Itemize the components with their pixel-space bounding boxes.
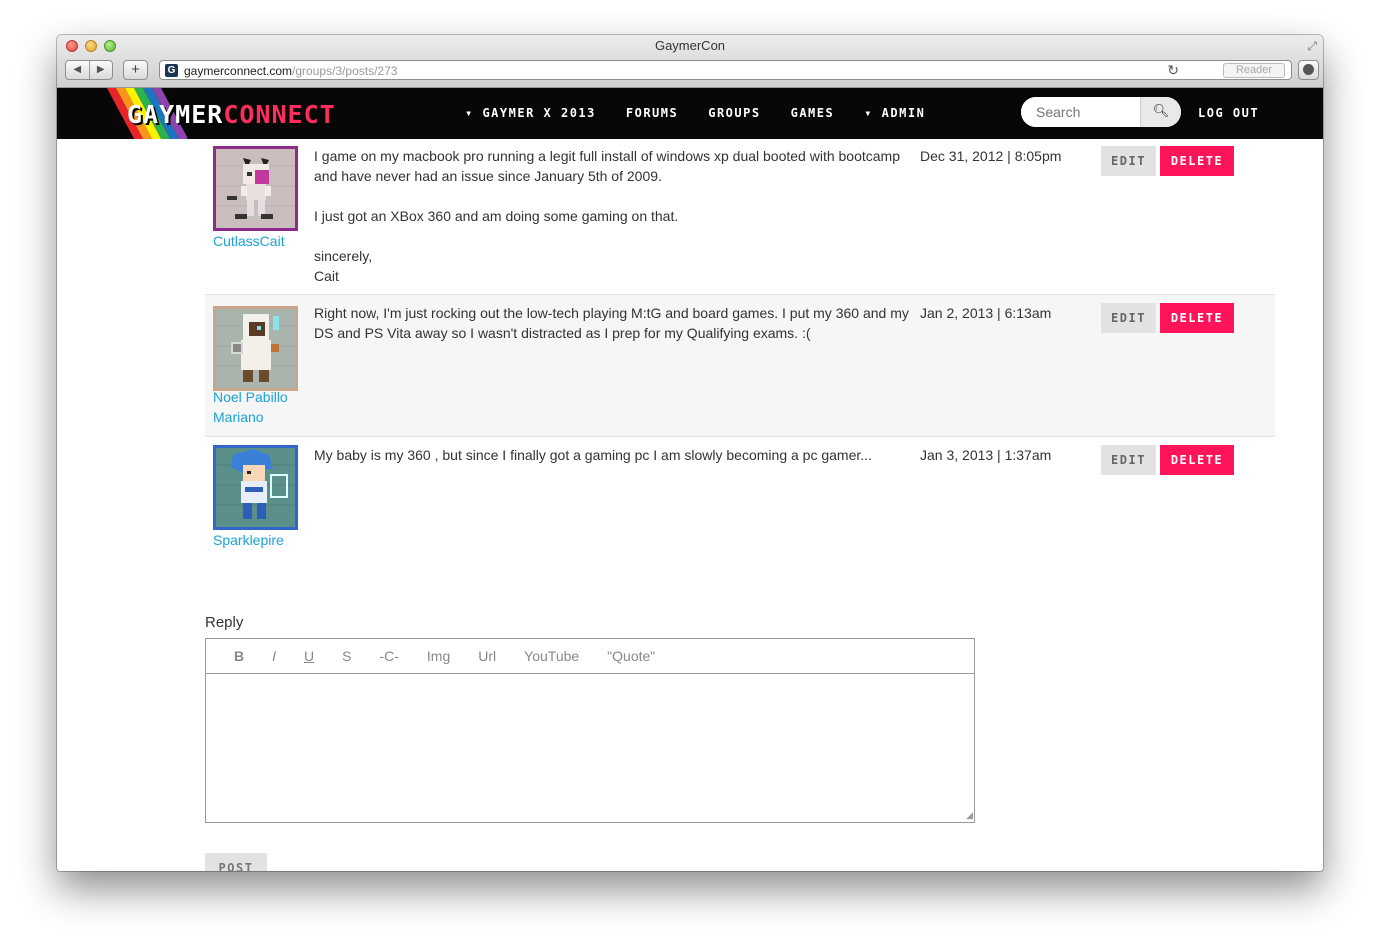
reply-heading: Reply — [205, 614, 244, 631]
post-paragraph: Right now, I'm just rocking out the low-… — [314, 305, 909, 341]
nav-groups[interactable]: GROUPS — [708, 106, 760, 120]
new-tab-button[interactable]: + — [123, 60, 148, 80]
username-link[interactable]: Noel Pabillo Mariano — [213, 387, 303, 427]
resize-handle-icon[interactable]: ◢ — [966, 810, 973, 821]
nav-admin[interactable]: ▾ ADMIN — [864, 106, 925, 120]
center-button[interactable]: -C- — [379, 648, 398, 664]
post-paragraph: I game on my macbook pro running a legit… — [314, 148, 900, 184]
quote-button[interactable]: "Quote" — [607, 648, 655, 664]
underline-button[interactable]: U — [304, 648, 314, 664]
address-bar[interactable]: G gaymerconnect.com/groups/3/posts/273 ↻… — [159, 60, 1292, 80]
window-title: GaymerCon — [654, 38, 726, 53]
nav-gaymer-x-2013[interactable]: ▾ GAYMER X 2013 — [465, 106, 596, 120]
post-body: Right now, I'm just rocking out the low-… — [314, 303, 909, 363]
site-logo[interactable]: GAYMERCONNECT — [127, 100, 336, 129]
site-favicon-icon: G — [165, 64, 178, 77]
url-path: /groups/3/posts/273 — [292, 64, 398, 78]
edit-button[interactable]: EDIT — [1101, 146, 1156, 176]
reload-icon[interactable]: ↻ — [1167, 62, 1179, 79]
reply-editor: B I U S -C- Img Url YouTube "Quote" ◢ — [205, 638, 975, 823]
logout-link[interactable]: LOG OUT — [1198, 106, 1259, 120]
logo-part2: CONNECT — [223, 100, 336, 129]
nav-forums[interactable]: FORUMS — [626, 106, 678, 120]
downloads-icon[interactable] — [1298, 60, 1319, 80]
image-button[interactable]: Img — [427, 648, 450, 664]
search-input[interactable] — [1021, 97, 1140, 127]
browser-window: GaymerCon ⤢ ◀ ▶ + G gaymerconnect.com/gr… — [57, 35, 1323, 871]
post-paragraph: My baby is my 360 , but since I finally … — [314, 447, 872, 463]
search-icon[interactable]: 🔍︎ — [1140, 97, 1181, 127]
url-host: gaymerconnect.com — [184, 64, 293, 78]
avatar[interactable] — [213, 146, 298, 231]
fullscreen-icon[interactable]: ⤢ — [1307, 39, 1317, 54]
youtube-button[interactable]: YouTube — [524, 648, 579, 664]
delete-button[interactable]: DELETE — [1160, 146, 1234, 176]
post-item: Noel Pabillo Mariano Right now, I'm just… — [205, 294, 1275, 437]
post-date: Jan 2, 2013 | 6:13am — [920, 305, 1052, 321]
delete-button[interactable]: DELETE — [1160, 303, 1234, 333]
page-content: CutlassCait I game on my macbook pro run… — [57, 139, 1323, 871]
site-navbar: GAYMERCONNECT ▾ GAYMER X 2013 FORUMS GRO… — [57, 88, 1323, 139]
post-paragraph: I just got an XBox 360 and am doing some… — [314, 208, 679, 224]
editor-toolbar: B I U S -C- Img Url YouTube "Quote" — [206, 639, 974, 674]
avatar[interactable] — [213, 306, 298, 391]
post-button[interactable]: POST — [205, 853, 267, 871]
avatar[interactable] — [213, 445, 298, 530]
url-text[interactable]: gaymerconnect.com/groups/3/posts/273 — [184, 64, 397, 78]
logo-part1: GAYMER — [127, 100, 224, 129]
back-icon[interactable]: ◀ — [66, 61, 90, 79]
post-date: Dec 31, 2012 | 8:05pm — [920, 148, 1062, 164]
username-link[interactable]: CutlassCait — [213, 231, 303, 251]
forward-icon[interactable]: ▶ — [90, 61, 113, 79]
post-body: I game on my macbook pro running a legit… — [314, 146, 909, 306]
username-link[interactable]: Sparklepire — [213, 530, 303, 550]
post-item: CutlassCait I game on my macbook pro run… — [205, 139, 1275, 294]
edit-button[interactable]: EDIT — [1101, 445, 1156, 475]
history-nav: ◀ ▶ — [65, 60, 113, 80]
reader-button[interactable]: Reader — [1223, 63, 1285, 78]
title-bar: GaymerCon ⤢ ◀ ▶ + G gaymerconnect.com/gr… — [57, 35, 1323, 88]
post-item: Sparklepire My baby is my 360 , but sinc… — [205, 437, 1275, 587]
main-nav: ▾ GAYMER X 2013 FORUMS GROUPS GAMES ▾ AD… — [465, 106, 925, 120]
nav-games[interactable]: GAMES — [791, 106, 835, 120]
post-body: My baby is my 360 , but since I finally … — [314, 445, 909, 485]
delete-button[interactable]: DELETE — [1160, 445, 1234, 475]
search-box: 🔍︎ — [1021, 97, 1181, 127]
reply-textarea[interactable] — [206, 674, 974, 822]
post-paragraph: sincerely, Cait — [314, 248, 373, 284]
strikethrough-button[interactable]: S — [342, 648, 351, 664]
url-button[interactable]: Url — [478, 648, 496, 664]
edit-button[interactable]: EDIT — [1101, 303, 1156, 333]
bold-button[interactable]: B — [234, 648, 244, 664]
italic-button[interactable]: I — [272, 648, 276, 664]
post-date: Jan 3, 2013 | 1:37am — [920, 447, 1052, 463]
